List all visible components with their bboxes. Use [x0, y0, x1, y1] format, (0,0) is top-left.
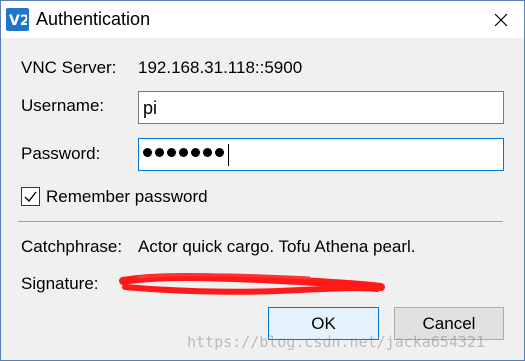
signature-label: Signature:	[21, 274, 99, 293]
separator	[18, 221, 503, 222]
username-value: pi	[143, 98, 158, 118]
vnc-viewer-app-icon: V2	[6, 8, 29, 31]
password-field[interactable]	[138, 138, 504, 171]
remember-password-label[interactable]: Remember password	[46, 186, 208, 208]
title-bar: V2 Authentication	[1, 1, 524, 38]
vnc-server-label: VNC Server:	[21, 58, 117, 77]
password-mask-dot	[179, 148, 188, 157]
close-icon	[494, 13, 508, 26]
text-caret	[228, 144, 229, 166]
checkmark-icon	[24, 191, 37, 203]
username-field[interactable]: pi	[138, 91, 504, 124]
catchphrase-label: Catchphrase:	[21, 237, 123, 256]
catchphrase-value: Actor quick cargo. Tofu Athena pearl.	[138, 237, 416, 256]
password-mask-dot	[191, 148, 200, 157]
remember-password-checkbox[interactable]	[21, 187, 40, 206]
password-mask-dot	[203, 148, 212, 157]
password-mask-dot	[143, 148, 152, 157]
close-button[interactable]	[478, 1, 524, 38]
password-mask	[143, 148, 224, 157]
signature-redaction-scribble	[119, 273, 385, 295]
svg-text:V2: V2	[9, 13, 27, 27]
password-mask-dot	[167, 148, 176, 157]
password-label: Password:	[21, 144, 101, 163]
password-mask-dot	[215, 148, 224, 157]
window-title: Authentication	[36, 9, 151, 29]
authentication-dialog: V2 Authentication VNC Server: 192.168.31…	[0, 0, 525, 361]
vnc-server-value: 192.168.31.118::5900	[138, 58, 303, 77]
username-label: Username:	[21, 96, 105, 115]
watermark: https://blog.csdn.net/jacka654321	[187, 333, 486, 351]
password-mask-dot	[155, 148, 164, 157]
